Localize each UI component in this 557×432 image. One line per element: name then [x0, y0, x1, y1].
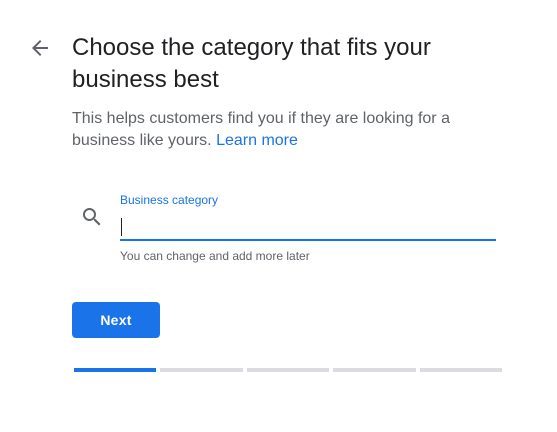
business-category-input[interactable] [120, 213, 496, 241]
text-cursor [121, 218, 122, 236]
next-button[interactable]: Next [72, 302, 160, 338]
learn-more-link[interactable]: Learn more [216, 132, 298, 149]
progress-step-1 [74, 368, 157, 372]
back-button[interactable] [28, 36, 52, 60]
onboarding-page: Choose the category that fits your busin… [0, 0, 557, 432]
progress-step-5 [419, 368, 503, 372]
progress-step-2 [160, 368, 243, 372]
page-title: Choose the category that fits your busin… [72, 34, 431, 93]
progress-step-3 [246, 368, 330, 372]
business-category-label: Business category [120, 193, 219, 207]
progress-indicator [74, 368, 503, 372]
arrow-back-icon [32, 40, 48, 56]
page-subtitle: This helps customers find you if they ar… [72, 108, 472, 152]
field-helper-text: You can change and add more later [120, 249, 310, 263]
progress-step-4 [333, 368, 416, 372]
search-icon [83, 208, 101, 226]
